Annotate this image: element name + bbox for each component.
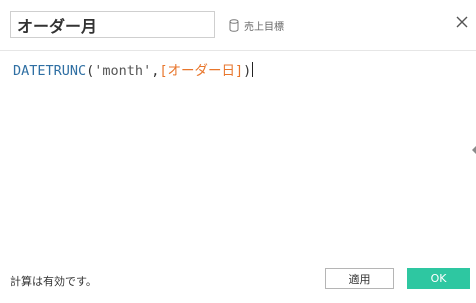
validation-status: 計算は有効です。: [10, 275, 97, 288]
datasource-indicator: 売上目標: [229, 17, 284, 33]
datasource-label: 売上目標: [244, 21, 284, 33]
calculation-dialog: 売上目標 DATETRUNC('month',[オーダー日]) 計算は有効です。…: [0, 0, 476, 303]
ok-button[interactable]: OK: [407, 268, 470, 289]
formula-field-reference: [オーダー日]: [159, 63, 244, 79]
calculation-name-input[interactable]: [10, 11, 215, 38]
formula-close-paren: ): [243, 63, 252, 79]
formula-editor[interactable]: DATETRUNC('month',[オーダー日]): [0, 51, 476, 256]
apply-button[interactable]: 適用: [325, 268, 394, 289]
text-caret: [252, 62, 254, 77]
close-icon: [455, 15, 471, 29]
close-button[interactable]: [455, 15, 471, 31]
formula-text: DATETRUNC('month',[オーダー日]): [13, 62, 254, 80]
formula-function: DATETRUNC: [13, 63, 87, 79]
formula-string-literal: 'month': [94, 63, 152, 79]
database-icon: [229, 18, 239, 32]
side-panel-toggle[interactable]: [472, 146, 476, 154]
